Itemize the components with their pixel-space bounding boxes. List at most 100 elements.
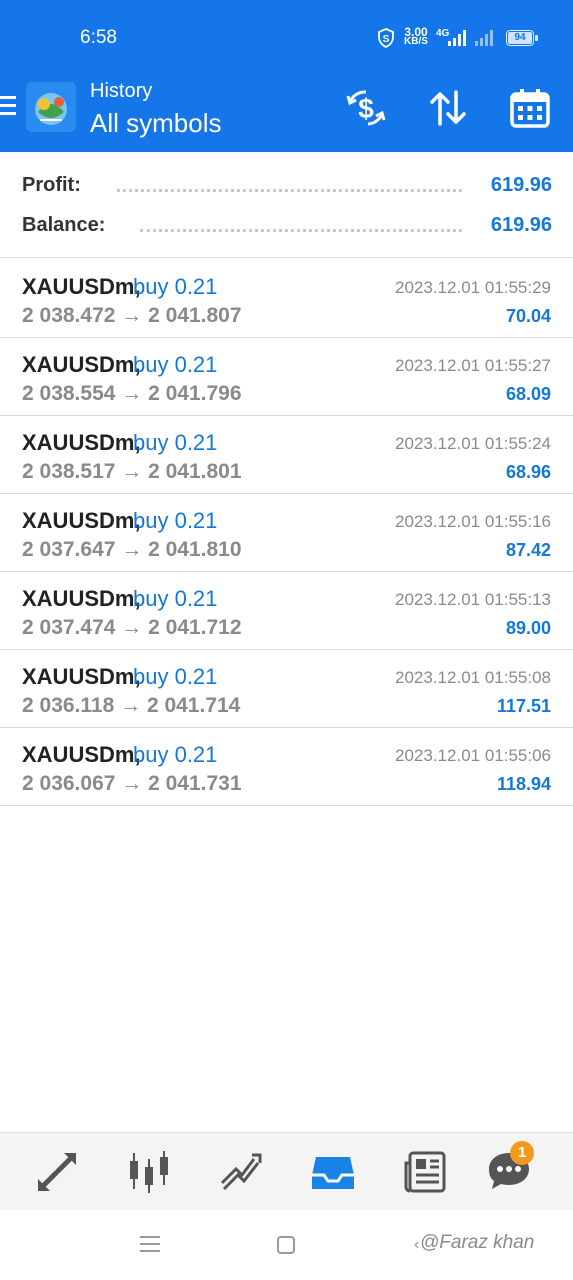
balance-label: Balance: xyxy=(22,214,106,236)
top-bar: 6:58 S 3.00 KB/S 4G 94 History All symbo… xyxy=(0,0,573,152)
network-speed-unit: KB/S xyxy=(404,36,428,47)
deal-prices: 2 036.067 → 2 041.731 xyxy=(22,772,242,796)
deal-prices: 2 038.517 → 2 041.801 xyxy=(22,460,242,484)
arrow-right-icon: → xyxy=(115,616,149,639)
deal-prices: 2 036.118 → 2 041.714 xyxy=(22,694,240,718)
deal-close-price: 2 041.807 xyxy=(148,304,242,327)
deal-profit: 117.51 xyxy=(496,696,551,716)
deal-profit: 68.96 xyxy=(505,462,551,482)
deal-type: buy 0.21 xyxy=(133,586,218,611)
deal-type: buy 0.21 xyxy=(133,742,218,767)
arrow-right-icon: → xyxy=(115,382,149,405)
deal-symbol: XAUUSDm, xyxy=(22,664,141,689)
deal-open-price: 2 037.647 xyxy=(22,538,116,561)
trade-icon[interactable] xyxy=(218,1149,264,1195)
deal-open-price: 2 038.517 xyxy=(22,460,116,483)
deal-type: buy 0.21 xyxy=(133,430,218,455)
battery-level: 94 xyxy=(514,32,526,43)
deal-symbol: XAUUSDm, xyxy=(22,508,141,533)
deal-symbol: XAUUSDm, xyxy=(22,586,141,611)
deal-prices: 2 038.472 → 2 041.807 xyxy=(22,304,242,328)
calendar-icon[interactable] xyxy=(508,86,552,130)
arrow-right-icon: → xyxy=(115,538,149,561)
arrow-right-icon: → xyxy=(114,694,147,717)
deal-row[interactable]: XAUUSDm, buy 0.21 2 037.474 → 2 041.712 … xyxy=(0,572,573,650)
deal-close-price: 2 041.801 xyxy=(148,460,242,483)
deal-type: buy 0.21 xyxy=(133,274,218,299)
account-summary: Profit: 619.96 Balance: 619.96 xyxy=(0,152,573,258)
profit-row: Profit: 619.96 xyxy=(22,174,552,204)
deal-row[interactable]: XAUUSDm, buy 0.21 2 038.517 → 2 041.801 … xyxy=(0,416,573,494)
home-button[interactable] xyxy=(277,1236,295,1254)
deal-profit: 70.04 xyxy=(505,306,551,326)
deal-symbol: XAUUSDm, xyxy=(22,742,141,767)
deal-profit: 89.00 xyxy=(505,618,551,638)
chart-icon[interactable] xyxy=(126,1149,172,1195)
profit-label: Profit: xyxy=(22,174,81,196)
battery-icon: 94 xyxy=(506,30,538,46)
status-time: 6:58 xyxy=(80,27,117,48)
deal-profit: 87.42 xyxy=(505,540,551,560)
svg-text:$: $ xyxy=(358,93,374,124)
deal-time: 2023.12.01 01:55:16 xyxy=(395,512,551,531)
deal-prices: 2 037.647 → 2 041.810 xyxy=(22,538,242,562)
deal-close-price: 2 041.796 xyxy=(148,382,242,405)
symbol-filter[interactable]: All symbols xyxy=(90,108,221,139)
bottom-nav xyxy=(0,1132,573,1210)
dotted-leader xyxy=(140,229,462,232)
arrow-right-icon: → xyxy=(115,304,149,327)
deal-open-price: 2 038.554 xyxy=(22,382,116,405)
currency-exchange-icon[interactable]: $ xyxy=(344,86,388,130)
deal-profit: 68.09 xyxy=(505,384,551,404)
status-bar: 6:58 S 3.00 KB/S 4G 94 xyxy=(0,0,573,76)
page-title: History xyxy=(90,80,153,102)
balance-value: 619.96 xyxy=(490,214,552,236)
deal-time: 2023.12.01 01:55:24 xyxy=(395,434,551,453)
deal-close-price: 2 041.714 xyxy=(146,694,241,717)
deal-close-price: 2 041.731 xyxy=(148,772,242,795)
deal-type: buy 0.21 xyxy=(133,664,218,689)
sort-icon[interactable] xyxy=(426,86,470,130)
quotes-icon[interactable] xyxy=(34,1149,80,1195)
deal-open-price: 2 036.067 xyxy=(22,772,116,795)
deal-type: buy 0.21 xyxy=(133,508,218,533)
deal-symbol: XAUUSDm, xyxy=(22,352,141,377)
system-nav: ‹ @Faraz khan xyxy=(0,1210,573,1280)
deal-time: 2023.12.01 01:55:08 xyxy=(395,668,551,687)
deal-open-price: 2 036.118 xyxy=(22,694,115,717)
deal-type: buy 0.21 xyxy=(133,352,218,377)
deal-prices: 2 038.554 → 2 041.796 xyxy=(22,382,242,406)
shield-icon: S xyxy=(378,28,394,48)
deal-time: 2023.12.01 01:55:29 xyxy=(395,278,551,297)
signal-icon xyxy=(448,30,466,46)
deal-prices: 2 037.474 → 2 041.712 xyxy=(22,616,242,640)
app-header: History All symbols $ xyxy=(0,76,573,152)
deal-time: 2023.12.01 01:55:06 xyxy=(395,746,551,765)
deal-time: 2023.12.01 01:55:27 xyxy=(395,356,551,375)
recent-apps-button[interactable] xyxy=(140,1236,160,1254)
deal-row[interactable]: XAUUSDm, buy 0.21 2 036.118 → 2 041.714 … xyxy=(0,650,573,728)
deal-close-price: 2 041.810 xyxy=(148,538,242,561)
menu-icon[interactable] xyxy=(0,96,16,120)
deal-close-price: 2 041.712 xyxy=(148,616,242,639)
deal-symbol: XAUUSDm, xyxy=(22,430,141,455)
news-icon[interactable] xyxy=(402,1149,448,1195)
profit-value: 619.96 xyxy=(490,174,552,196)
network-speed: 3.00 KB/S xyxy=(402,26,430,47)
balance-row: Balance: 619.96 xyxy=(22,214,552,244)
deal-symbol: XAUUSDm, xyxy=(22,274,141,299)
deal-row[interactable]: XAUUSDm, buy 0.21 2 037.647 → 2 041.810 … xyxy=(0,494,573,572)
deal-row[interactable]: XAUUSDm, buy 0.21 2 036.067 → 2 041.731 … xyxy=(0,728,573,806)
history-icon[interactable] xyxy=(310,1149,356,1195)
deal-open-price: 2 038.472 xyxy=(22,304,116,327)
back-button[interactable]: ‹ xyxy=(414,1236,419,1254)
signal-secondary-icon xyxy=(475,30,493,46)
deal-row[interactable]: XAUUSDm, buy 0.21 2 038.554 → 2 041.796 … xyxy=(0,338,573,416)
chat-badge: 1 xyxy=(510,1141,534,1165)
watermark: @Faraz khan xyxy=(420,1232,535,1253)
svg-text:S: S xyxy=(383,34,390,45)
arrow-right-icon: → xyxy=(115,460,149,483)
deal-row[interactable]: XAUUSDm, buy 0.21 2 038.472 → 2 041.807 … xyxy=(0,260,573,338)
app-logo xyxy=(26,82,76,132)
deal-time: 2023.12.01 01:55:13 xyxy=(395,590,551,609)
